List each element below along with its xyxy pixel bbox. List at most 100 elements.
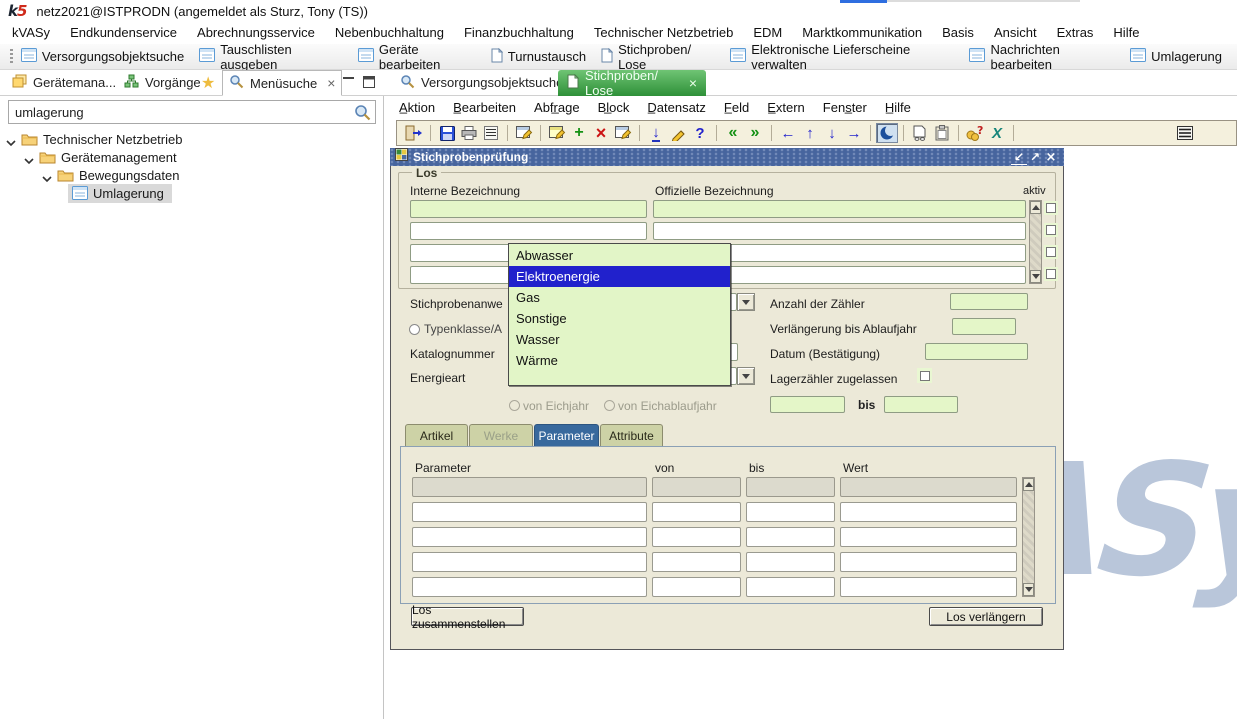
chevron-down-icon[interactable] (6, 134, 16, 152)
tab-attribute[interactable]: Attribute (600, 424, 663, 446)
clipboard-icon[interactable] (931, 123, 953, 143)
scroll-up-arrow-icon[interactable] (1030, 201, 1041, 214)
forms-menu-datensatz[interactable]: D̲atensatz (638, 96, 715, 120)
close-icon[interactable]: × (689, 75, 697, 91)
window-list-icon[interactable] (1174, 123, 1196, 143)
tab-geraetemanagement[interactable]: Gerätemana... (6, 70, 122, 95)
parameter-cell-r1c2[interactable] (652, 477, 741, 497)
query-form-icon[interactable] (513, 123, 535, 143)
maximize-pane-icon[interactable] (361, 75, 377, 89)
forms-menu-block[interactable]: Bl̲ock (589, 96, 639, 120)
tree-item-bewegungsdaten[interactable]: Bewegungsdaten (79, 168, 179, 183)
eichjahr-von-input[interactable] (770, 396, 845, 413)
verlaengerung-input[interactable] (952, 318, 1016, 335)
parameter-cell-r4c3[interactable] (746, 552, 835, 572)
scroll-up-icon[interactable]: ↑ (799, 123, 821, 143)
aktiv-checkbox-row2[interactable] (1044, 223, 1058, 237)
quick-umlagerung-button[interactable]: Umlagerung (1130, 48, 1222, 65)
list-values-icon[interactable] (480, 123, 502, 143)
scroll-down-icon[interactable]: ↓ (821, 123, 843, 143)
tab-versorgungsobjektsuche[interactable]: Versorgungsobjektsuche (391, 70, 572, 95)
parameter-cell-r5c4[interactable] (840, 577, 1017, 597)
tab-parameter[interactable]: Parameter (534, 424, 599, 446)
parameter-cell-r2c4[interactable] (840, 502, 1017, 522)
quick-stichproben-lose-button[interactable]: Stichproben/ Lose (601, 42, 715, 72)
dropdown-item-waerme[interactable]: Wärme (509, 350, 730, 371)
tab-stichproben-lose[interactable]: Stichproben/ Lose × (558, 70, 706, 96)
print-icon[interactable] (458, 123, 480, 143)
next-record-icon[interactable]: → (843, 123, 865, 143)
window-close-icon[interactable]: × (1043, 150, 1059, 165)
typenklasse-radio[interactable] (409, 324, 420, 335)
combo-dropdown-arrow-icon[interactable] (737, 293, 755, 311)
quick-versorgungsobjektsuche-button[interactable]: Versorgungsobjektsuche (21, 48, 184, 65)
aktiv-checkbox-row4[interactable] (1044, 267, 1058, 281)
datum-bestaetigung-input[interactable] (925, 343, 1028, 360)
quick-nachrichten-button[interactable]: Nachrichten bearbeiten (969, 42, 1115, 72)
los-intern-input-row1[interactable] (410, 200, 647, 218)
menu-search-input[interactable] (15, 101, 345, 123)
insert-record-icon[interactable]: + (568, 123, 590, 143)
previous-record-icon[interactable]: ← (777, 123, 799, 143)
dropdown-item-sonstige[interactable]: Sonstige (509, 308, 730, 329)
forms-menu-aktion[interactable]: A̲ktion (390, 96, 444, 120)
forms-menu-abfrage[interactable]: Abfr̲age (525, 96, 589, 120)
scroll-up-arrow-icon[interactable] (1023, 478, 1034, 491)
parameter-cell-r2c1[interactable] (412, 502, 647, 522)
parameter-cell-r2c2[interactable] (652, 502, 741, 522)
copy-record-icon[interactable] (909, 123, 931, 143)
los-zusammenstellen-button[interactable]: Los zusammenstellen (411, 607, 524, 626)
parameter-cell-r4c2[interactable] (652, 552, 741, 572)
forms-menu-feld[interactable]: F̲eld (715, 96, 758, 120)
excel-export-icon[interactable]: X (986, 123, 1008, 143)
scrollbar-track[interactable] (1023, 491, 1034, 583)
los-offiziell-input-row2[interactable] (653, 222, 1026, 240)
parameter-cell-r4c1[interactable] (412, 552, 647, 572)
los-offiziell-input-row1[interactable] (653, 200, 1026, 218)
quick-tauschlisten-button[interactable]: Tauschlisten ausgeben (199, 42, 343, 72)
cancel-query-icon[interactable] (612, 123, 634, 143)
chevron-down-icon[interactable] (42, 170, 52, 188)
toolbar-grip[interactable] (10, 49, 13, 65)
parameter-cell-r3c2[interactable] (652, 527, 741, 547)
eichjahr-bis-input[interactable] (884, 396, 958, 413)
menu-kvasy[interactable]: kVASy (2, 22, 60, 44)
parameter-cell-r1c4[interactable] (840, 477, 1017, 497)
parameter-cell-r4c4[interactable] (840, 552, 1017, 572)
parameter-cell-r3c1[interactable] (412, 527, 647, 547)
forms-menu-fenster[interactable]: Fens̲ter (814, 96, 876, 120)
delete-record-icon[interactable]: × (590, 123, 612, 143)
tab-werke[interactable]: Werke (469, 424, 533, 446)
minimize-pane-icon[interactable] (341, 75, 357, 89)
save-icon[interactable] (436, 123, 458, 143)
parameter-cell-r2c3[interactable] (746, 502, 835, 522)
quick-geraete-bearbeiten-button[interactable]: Geräte bearbeiten (358, 42, 476, 72)
forms-menu-bearbeiten[interactable]: B̲earbeiten (444, 96, 525, 120)
tab-menuesuche[interactable]: Menüsuche × (222, 70, 342, 96)
close-icon[interactable]: × (327, 75, 335, 91)
los-scrollbar[interactable] (1029, 200, 1042, 284)
aktiv-checkbox-row3[interactable] (1044, 245, 1058, 259)
window-restore-icon[interactable]: ↗ (1027, 150, 1043, 164)
next-block-icon[interactable]: » (744, 123, 766, 143)
los-intern-input-row2[interactable] (410, 222, 647, 240)
quick-lieferscheine-button[interactable]: Elektronische Lieferscheine verwalten (730, 42, 954, 72)
anzahl-der-zaehler-input[interactable] (950, 293, 1028, 310)
dropdown-item-gas[interactable]: Gas (509, 287, 730, 308)
aktiv-checkbox-row1[interactable] (1044, 201, 1058, 215)
tree-item-geraetemanagement[interactable]: Gerätemanagement (61, 150, 177, 165)
scroll-down-arrow-icon[interactable] (1023, 583, 1034, 596)
previous-block-icon[interactable]: « (722, 123, 744, 143)
scroll-down-arrow-icon[interactable] (1030, 270, 1041, 283)
parameter-cell-r3c3[interactable] (746, 527, 835, 547)
dropdown-item-elektroenergie-selected[interactable]: Elektroenergie (509, 266, 730, 287)
parameter-cell-r5c2[interactable] (652, 577, 741, 597)
tree-item-umlagerung[interactable]: Umlagerung (93, 186, 164, 201)
help-icon[interactable]: ? (689, 123, 711, 143)
lagerzaehler-checkbox[interactable] (917, 368, 932, 383)
parameter-cell-r1c1[interactable] (412, 477, 647, 497)
parameter-cell-r1c3[interactable] (746, 477, 835, 497)
forms-menu-hilfe[interactable]: H̲ilfe (876, 96, 920, 120)
exit-icon[interactable] (403, 123, 425, 143)
window-minimize-icon[interactable]: ↙ (1011, 150, 1027, 165)
